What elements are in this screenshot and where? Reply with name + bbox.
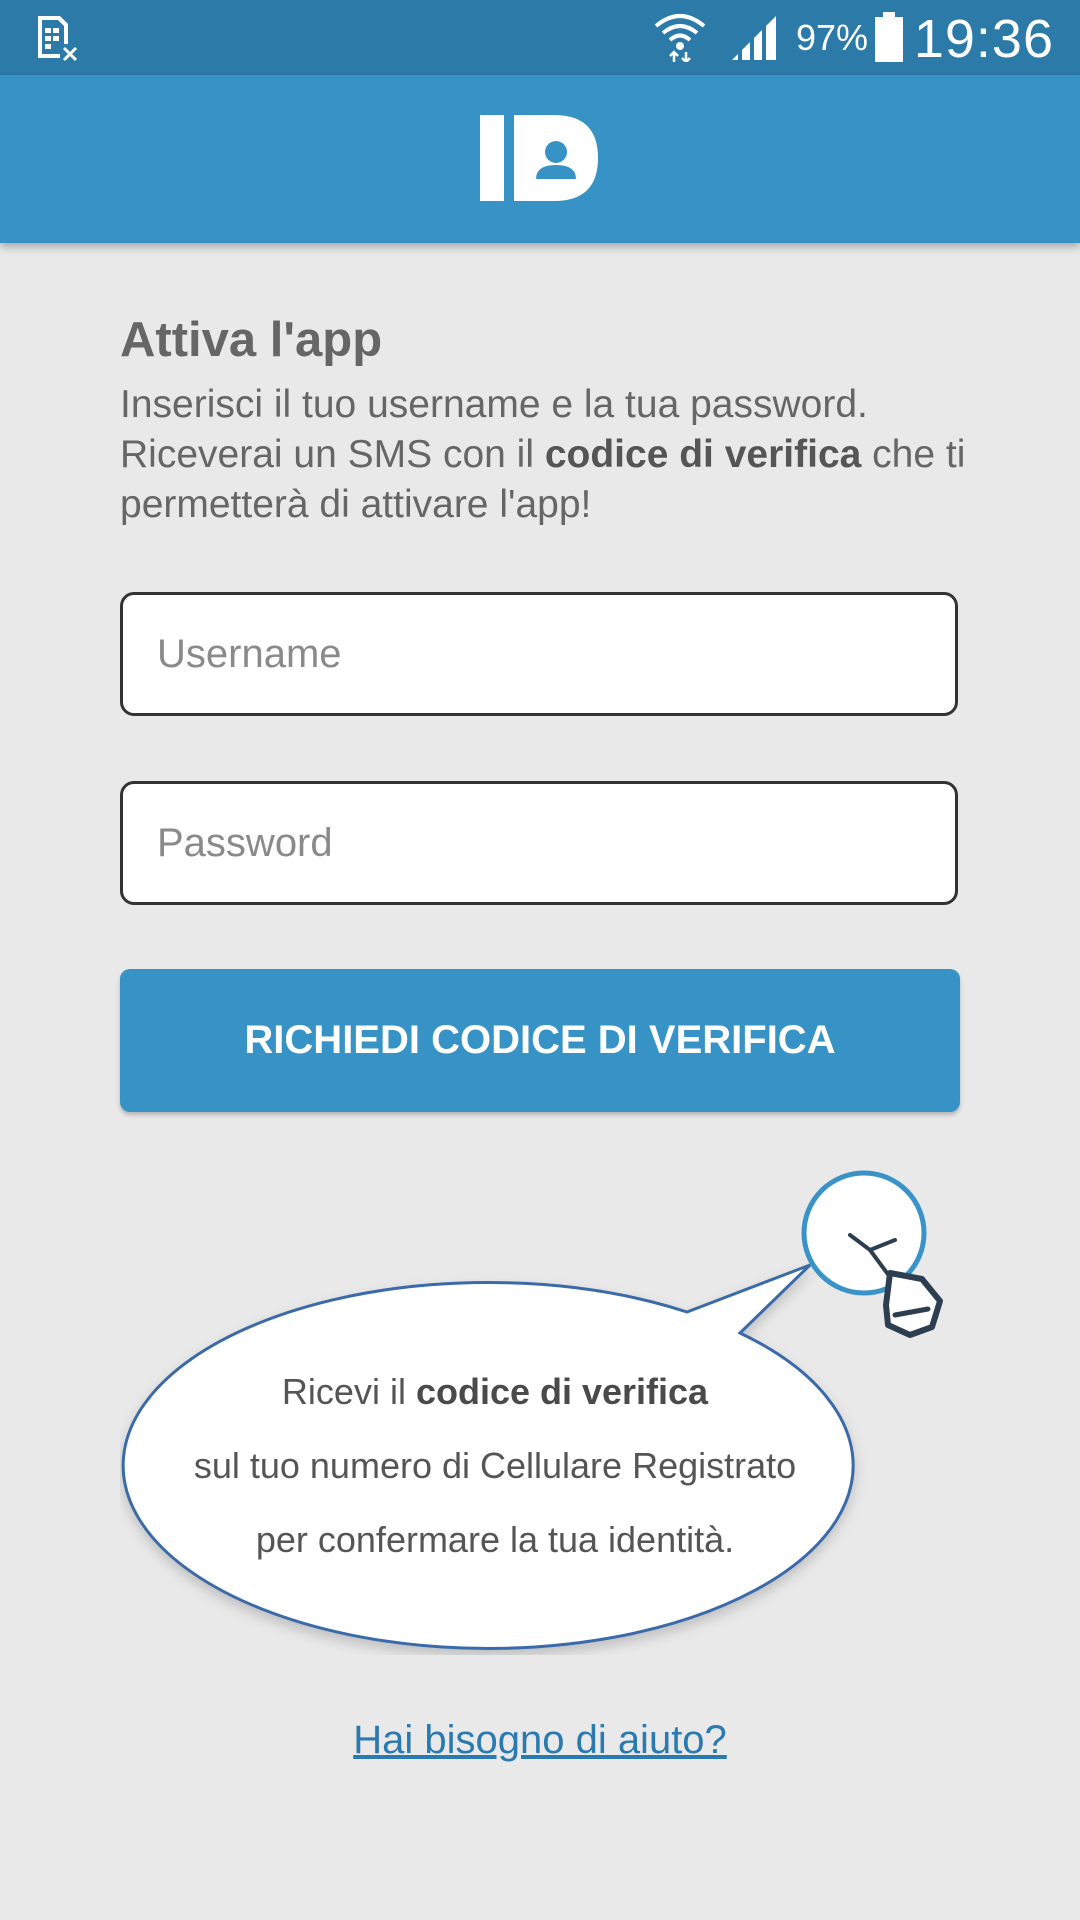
sim-card-off-icon [38,16,78,62]
wifi-icon [654,14,706,62]
cellular-signal-icon [732,16,776,60]
status-clock: 19:36 [913,9,1054,69]
request-verification-code-button[interactable]: RICHIEDI CODICE DI VERIFICA [120,969,960,1112]
tip-text: Ricevi il codice di verifica sul tuo num… [130,1355,860,1577]
username-input[interactable] [120,592,958,716]
tip-line-1-prefix: Ricevi il [281,1371,416,1412]
battery-icon [875,12,903,62]
battery-percentage: 97% [796,17,869,58]
intro-text-bold: codice di verifica [544,433,862,476]
tip-line-1: Ricevi il codice di verifica [130,1355,860,1429]
intro-text: Inserisci il tuo username e la tua passw… [120,380,980,530]
tip-line-2: sul tuo numero di Cellulare Registrato [193,1445,797,1486]
tip-line-1-bold: codice di verifica [415,1371,709,1412]
activation-screen: 97% 19:36 Attiva l'app Inserisci il tuo … [0,0,1080,1920]
tip-line-3: per confermare la tua identità. [255,1519,735,1560]
page-title: Attiva l'app [120,313,383,367]
lightbulb-icon [801,1170,943,1338]
password-input[interactable] [120,781,958,905]
app-bar [0,75,1080,243]
help-link[interactable]: Hai bisogno di aiuto? [0,1712,1080,1768]
id-user-logo-icon [480,115,598,201]
status-bar: 97% 19:36 [0,0,1080,75]
